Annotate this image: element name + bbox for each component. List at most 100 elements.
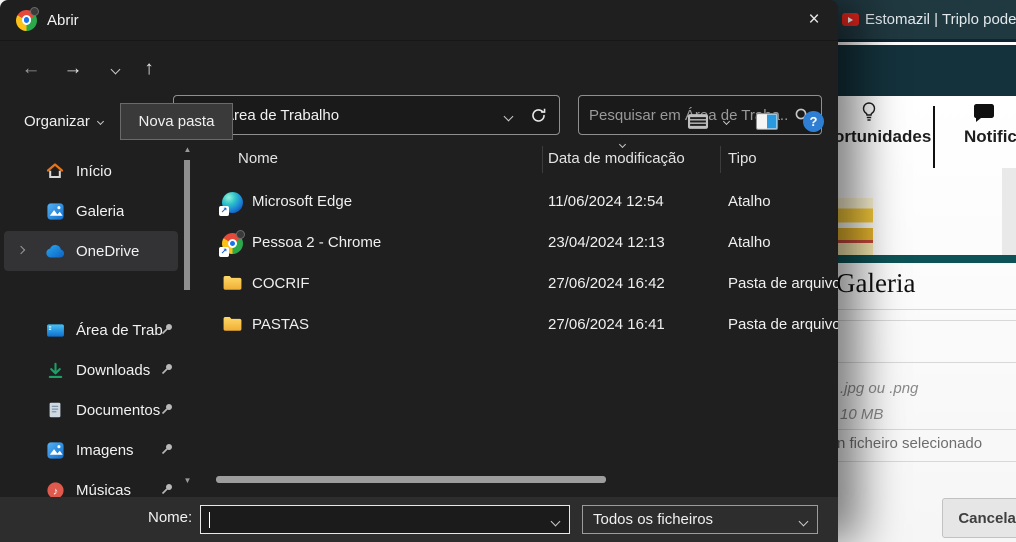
filetype-select[interactable]: Todos os ficheiros bbox=[582, 505, 818, 534]
file-date: 11/06/2024 12:54 bbox=[548, 193, 664, 210]
chevron-down-icon bbox=[799, 517, 809, 527]
dialog-title: Abrir bbox=[47, 12, 79, 29]
open-file-dialog: Abrir × ← → ↑ › Área de Trabalho bbox=[0, 0, 838, 542]
upload-format-hint: .jpg ou .png bbox=[840, 380, 918, 397]
sidebar-item-documents[interactable]: Documentos bbox=[0, 390, 182, 430]
downloads-icon bbox=[44, 361, 66, 380]
browser-tab-title[interactable]: Estomazil | Triplo pode bbox=[865, 11, 1016, 28]
teal-band bbox=[820, 255, 1016, 263]
nav-item-notifications[interactable]: Notificaçõ bbox=[964, 127, 1016, 147]
desktop-icon bbox=[44, 323, 66, 338]
filetype-value: Todos os ficheiros bbox=[593, 511, 713, 528]
sidebar-item-music[interactable]: ♪ Músicas bbox=[0, 470, 182, 497]
svg-text:♪: ♪ bbox=[52, 486, 57, 497]
sidebar-item-label: Galeria bbox=[76, 203, 124, 220]
file-type: Atalho bbox=[728, 193, 771, 210]
page-thumbnail-image bbox=[838, 198, 873, 256]
onedrive-cloud-icon bbox=[44, 244, 66, 259]
sidebar-scrollbar[interactable]: ▲ ▼ bbox=[183, 145, 192, 495]
organize-label: Organizar bbox=[24, 113, 90, 130]
sidebar-item-label: Início bbox=[76, 163, 112, 180]
file-name: COCRIF bbox=[252, 275, 310, 292]
folder-icon bbox=[222, 274, 243, 291]
back-icon[interactable]: ← bbox=[12, 49, 50, 89]
file-type: Pasta de arquivo bbox=[728, 316, 838, 333]
organize-menu[interactable]: Organizar bbox=[24, 100, 103, 142]
browser-tabstrip: Estomazil | Triplo pode bbox=[820, 0, 1016, 42]
page-heading: Galeria bbox=[836, 268, 915, 299]
pin-icon bbox=[160, 402, 174, 416]
table-row[interactable]: ↗ Microsoft Edge 11/06/2024 12:54 Atalho bbox=[192, 183, 838, 224]
cancel-button[interactable]: Cancelar bbox=[942, 498, 1016, 538]
speech-bubble-icon bbox=[972, 103, 996, 123]
chevron-expand-icon[interactable] bbox=[17, 246, 25, 254]
page-content: ortunidades Notificaçõ Galeria .jpg ou .… bbox=[820, 96, 1016, 542]
sidebar-item-downloads[interactable]: Downloads bbox=[0, 350, 182, 390]
pin-icon bbox=[160, 442, 174, 456]
horizontal-scrollbar[interactable] bbox=[216, 476, 606, 483]
close-icon[interactable]: × bbox=[792, 1, 836, 39]
browser-toolband bbox=[820, 45, 1016, 96]
sidebar-item-label: Área de Trab bbox=[76, 322, 163, 339]
scroll-up-icon[interactable]: ▲ bbox=[183, 145, 192, 154]
sidebar-item-images[interactable]: Imagens bbox=[0, 430, 182, 470]
dialog-footer: Nome: Todos os ficheiros bbox=[0, 497, 838, 542]
table-row[interactable]: PASTAS 27/06/2024 16:41 Pasta de arquivo bbox=[192, 306, 838, 347]
help-icon[interactable]: ? bbox=[803, 111, 824, 132]
nav-divider bbox=[933, 106, 935, 168]
column-header-name[interactable]: Nome bbox=[238, 150, 278, 167]
youtube-icon bbox=[842, 13, 859, 26]
pin-icon bbox=[160, 482, 174, 496]
sidebar-item-label: Downloads bbox=[76, 362, 150, 379]
sidebar-item-home[interactable]: Início bbox=[0, 151, 182, 191]
upload-size-hint: 10 MB bbox=[840, 406, 883, 423]
divider-line bbox=[820, 461, 1016, 462]
sidebar-item-label: Músicas bbox=[76, 482, 131, 498]
pin-icon bbox=[160, 362, 174, 376]
column-header-type[interactable]: Tipo bbox=[728, 150, 757, 167]
preview-pane-icon[interactable] bbox=[755, 112, 779, 131]
browser-page: Estomazil | Triplo pode ortunidades Noti… bbox=[820, 0, 1016, 542]
gallery-icon bbox=[44, 202, 66, 221]
recent-chevron-icon[interactable] bbox=[96, 49, 134, 89]
new-folder-button[interactable]: Nova pasta bbox=[120, 103, 233, 140]
forward-icon[interactable]: → bbox=[54, 49, 92, 89]
file-selected-status: n ficheiro selecionado bbox=[837, 435, 982, 452]
folder-icon bbox=[222, 315, 243, 332]
music-icon: ♪ bbox=[44, 481, 66, 498]
sidebar-item-desktop[interactable]: Área de Trab bbox=[0, 310, 182, 350]
divider-line bbox=[820, 320, 1016, 321]
divider-line bbox=[820, 429, 1016, 430]
sidebar-item-label: OneDrive bbox=[76, 243, 139, 260]
table-row[interactable]: ↗ Pessoa 2 - Chrome 23/04/2024 12:13 Ata… bbox=[192, 224, 838, 265]
edge-icon: ↗ bbox=[222, 192, 243, 213]
dialog-toolbar: Organizar Nova pasta ? bbox=[0, 100, 838, 142]
file-type: Pasta de arquivo bbox=[728, 275, 838, 292]
images-icon bbox=[44, 441, 66, 460]
nav-item-opportunities[interactable]: ortunidades bbox=[834, 127, 931, 147]
up-icon[interactable]: ↑ bbox=[130, 49, 168, 89]
shortcut-arrow-icon: ↗ bbox=[219, 206, 229, 216]
scroll-down-icon[interactable]: ▼ bbox=[183, 476, 192, 485]
column-separator[interactable] bbox=[720, 146, 721, 173]
text-caret bbox=[209, 512, 210, 528]
table-row[interactable]: COCRIF 27/06/2024 16:42 Pasta de arquivo bbox=[192, 265, 838, 306]
sidebar-item-gallery[interactable]: Galeria bbox=[0, 191, 182, 231]
divider-line bbox=[820, 309, 1016, 310]
page-side-panel bbox=[1002, 168, 1016, 256]
pin-icon bbox=[160, 322, 174, 336]
column-separator[interactable] bbox=[542, 146, 543, 173]
column-header-date[interactable]: Data de modificação bbox=[548, 150, 685, 167]
chevron-down-icon bbox=[97, 117, 104, 124]
file-list: Nome Data de modificação Tipo ↗ Microsof… bbox=[192, 143, 838, 497]
file-type: Atalho bbox=[728, 234, 771, 251]
list-view-icon[interactable] bbox=[686, 112, 710, 131]
chevron-down-icon[interactable] bbox=[551, 517, 561, 527]
chrome-icon: ↗ bbox=[222, 233, 243, 254]
dialog-titlebar: Abrir × bbox=[0, 0, 838, 41]
filename-input[interactable] bbox=[200, 505, 570, 534]
sidebar-item-onedrive[interactable]: OneDrive bbox=[4, 231, 178, 271]
view-dropdown-icon[interactable] bbox=[723, 117, 730, 124]
scrollbar-thumb[interactable] bbox=[184, 160, 190, 290]
file-name: Microsoft Edge bbox=[252, 193, 352, 210]
